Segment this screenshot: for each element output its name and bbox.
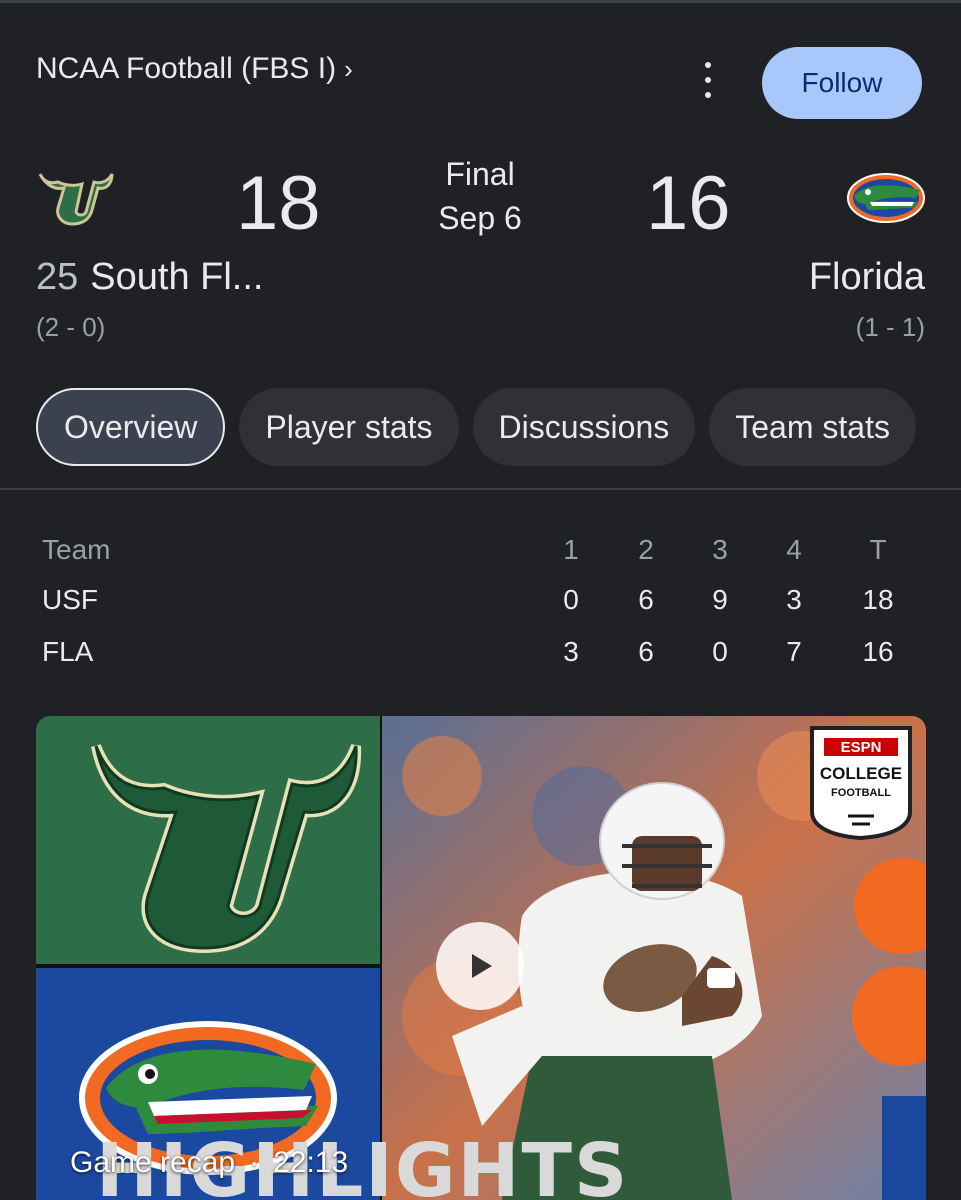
header-q1: 1	[563, 534, 579, 565]
linescore-header: Team 1 2 3 4 T	[0, 534, 961, 574]
home-score: 18	[236, 161, 321, 246]
table-row: FLA 3 6 0 7 16	[0, 636, 961, 676]
top-divider	[0, 0, 961, 3]
usf-bulls-logo	[91, 744, 362, 954]
away-team-record: (1 - 1)	[855, 312, 925, 342]
row-total: 16	[862, 636, 894, 667]
video-card[interactable]: ESPN COLLEGE FOOTBALL HIGHLIGHTS Game re…	[36, 716, 926, 1200]
follow-button[interactable]: Follow	[762, 47, 922, 119]
row-team: FLA	[42, 636, 94, 667]
league-link[interactable]: NCAA Football (FBS I) ›	[36, 52, 353, 86]
row-q4: 7	[786, 636, 802, 667]
away-team-name[interactable]: Florida	[809, 256, 925, 299]
tab-bar: Overview Player stats Discussions Team s…	[36, 388, 916, 466]
section-divider	[0, 488, 961, 490]
header-q2: 2	[638, 534, 654, 565]
game-date: Sep 6	[438, 200, 522, 236]
row-q2: 6	[638, 584, 654, 615]
row-team: USF	[42, 584, 98, 615]
row-q3: 0	[712, 636, 728, 667]
tab-overview[interactable]: Overview	[36, 388, 226, 466]
more-vert-icon[interactable]	[696, 62, 720, 98]
home-team-rank: 25	[36, 256, 79, 298]
header-team: Team	[42, 534, 111, 565]
row-total: 18	[862, 584, 894, 615]
video-duration: 22:13	[273, 1146, 349, 1179]
game-status: Final	[445, 156, 515, 192]
row-q2: 6	[638, 636, 654, 667]
league-name: NCAA Football (FBS I)	[36, 52, 337, 85]
row-q1: 3	[563, 636, 579, 667]
row-q4: 3	[786, 584, 802, 615]
header-q4: 4	[786, 534, 802, 565]
video-caption: Game recap · 22:13	[70, 1146, 348, 1180]
table-row: USF 0 6 9 3 18	[0, 584, 961, 624]
header-total: T	[869, 534, 887, 565]
chevron-right-icon: ›	[344, 53, 353, 84]
row-q3: 9	[712, 584, 728, 615]
espn-college-football-badge: ESPN COLLEGE FOOTBALL	[810, 726, 912, 841]
home-team-name[interactable]: 25 South Fl...	[36, 256, 263, 299]
row-q1: 0	[563, 584, 579, 615]
espn-label: ESPN	[841, 739, 882, 756]
tab-discussions[interactable]: Discussions	[472, 388, 696, 466]
tab-player-stats[interactable]: Player stats	[239, 388, 459, 466]
caption-separator: ·	[249, 1146, 260, 1179]
usf-panel	[36, 716, 380, 964]
header-q3: 3	[712, 534, 728, 565]
video-title: Game recap	[70, 1146, 236, 1179]
home-team-record: (2 - 0)	[36, 312, 106, 342]
florida-gators-logo	[847, 173, 925, 223]
away-score: 16	[646, 161, 731, 246]
tab-team-stats[interactable]: Team stats	[709, 388, 916, 466]
badge-college: COLLEGE	[820, 764, 902, 783]
play-icon[interactable]	[436, 922, 524, 1010]
home-team-label: South Fl...	[90, 256, 264, 298]
usf-bulls-logo	[38, 173, 114, 226]
badge-football: FOOTBALL	[831, 787, 891, 799]
